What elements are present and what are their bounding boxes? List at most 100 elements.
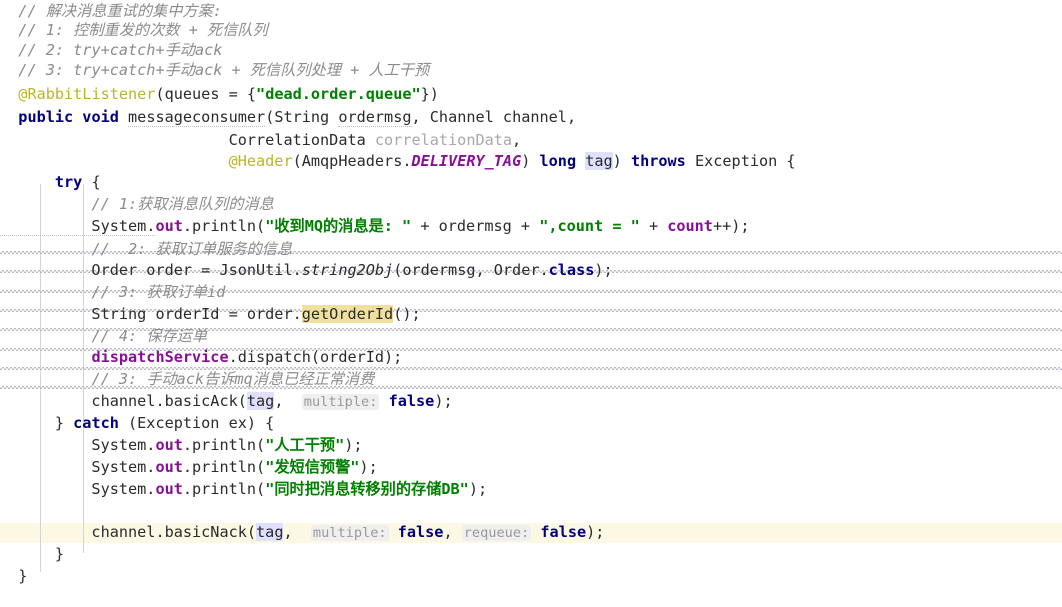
code-token: {: [82, 173, 101, 191]
code-token: false: [397, 523, 444, 541]
code-line[interactable]: System.out.println("发短信预警");: [0, 458, 1062, 478]
code-token: class: [548, 261, 595, 279]
code-token: CorrelationData: [0, 131, 375, 149]
code-token: +: [639, 217, 668, 235]
code-token: out: [155, 480, 183, 498]
code-token: ,: [512, 131, 522, 149]
code-token: @Header: [228, 152, 293, 170]
code-line[interactable]: // 4: 保存运单: [0, 327, 1062, 347]
code-token: "发短信预警": [265, 458, 360, 476]
code-token: );: [586, 523, 605, 541]
code-token: );: [344, 436, 363, 454]
code-line[interactable]: // 2: 获取订单服务的信息: [0, 240, 1062, 260]
code-editor[interactable]: // 解决消息重试的集中方案: // 1: 控制重发的次数 + 死信队列 // …: [0, 0, 1062, 607]
code-token: "dead.order.queue": [256, 85, 421, 103]
code-token: .println(: [182, 217, 266, 235]
code-token: (String: [265, 108, 339, 126]
code-line[interactable]: }: [0, 567, 1062, 587]
code-line[interactable]: [0, 502, 1062, 522]
code-token: String orderId = order.: [0, 305, 302, 323]
code-token: multiple:: [301, 394, 380, 410]
code-token: .println(: [182, 480, 266, 498]
code-token: out: [155, 436, 183, 454]
code-line[interactable]: // 3: 获取订单id: [0, 283, 1062, 303]
code-token: "收到MQ的消息是: ": [265, 217, 412, 235]
code-token: requeue:: [461, 525, 532, 541]
code-line[interactable]: // 1:获取消息队列的消息: [0, 195, 1062, 215]
code-line[interactable]: @RabbitListener(queues = {"dead.order.qu…: [0, 85, 1062, 105]
code-token: // 1: 控制重发的次数 + 死信队列: [18, 21, 268, 39]
code-line[interactable]: // 解决消息重试的集中方案:: [0, 2, 1062, 22]
code-token: System.: [0, 217, 156, 236]
code-token: tag: [246, 392, 275, 410]
code-token: ,: [443, 523, 462, 541]
code-token: (Exception ex) {: [118, 414, 275, 432]
code-line[interactable]: System.out.println("同时把消息转移别的存储DB");: [0, 480, 1062, 500]
code-token: public void: [18, 108, 129, 126]
code-token: );: [594, 261, 613, 279]
code-line[interactable]: @Header(AmqpHeaders.DELIVERY_TAG) long t…: [0, 152, 1062, 172]
code-token: count: [667, 217, 713, 235]
code-token: .println(: [182, 458, 266, 476]
code-token: ,: [283, 523, 311, 541]
code-token: );: [434, 392, 453, 410]
code-line[interactable]: Order order = JsonUtil.string2Obj(orderm…: [0, 261, 1062, 281]
code-line[interactable]: try {: [0, 173, 1062, 193]
code-line[interactable]: CorrelationData correlationData,: [0, 131, 1062, 151]
code-line[interactable]: System.out.println("人工干预");: [0, 436, 1062, 456]
code-token: System.: [0, 480, 156, 498]
code-token: + ordermsg +: [411, 217, 540, 235]
code-token: (queues = {: [155, 85, 257, 103]
code-token: System.: [0, 458, 156, 476]
code-token: // 4: 保存运单: [91, 327, 208, 345]
code-token: false: [540, 523, 587, 541]
code-token: );: [468, 480, 488, 498]
code-token: ): [521, 152, 540, 170]
code-token: // 2: try+catch+手动ack: [18, 41, 223, 59]
code-token: channel.basicNack(: [0, 523, 257, 541]
code-token: "人工干预": [265, 436, 345, 454]
code-line[interactable]: dispatchService.dispatch(orderId);: [0, 348, 1062, 368]
code-token: false: [388, 392, 435, 410]
code-token: multiple:: [310, 525, 389, 541]
code-token: tag: [256, 523, 284, 541]
code-line[interactable]: String orderId = order.getOrderId();: [0, 305, 1062, 325]
code-token: // 3: try+catch+手动ack + 死信队列处理 + 人工干预: [18, 61, 430, 79]
code-token: ordermsg: [338, 108, 412, 127]
code-token: tag: [585, 152, 613, 170]
code-line[interactable]: // 3: try+catch+手动ack + 死信队列处理 + 人工干预: [0, 61, 1062, 81]
code-token: (AmqpHeaders.: [292, 152, 412, 170]
code-line[interactable]: // 3: 手动ack告诉mq消息已经正常消费: [0, 370, 1062, 390]
code-line[interactable]: // 1: 控制重发的次数 + 死信队列: [0, 21, 1062, 41]
code-line[interactable]: channel.basicNack(tag, multiple: false, …: [0, 523, 1062, 543]
code-token: channel.basicAck(: [0, 392, 247, 410]
code-token: // 2: 获取订单服务的信息: [91, 240, 293, 258]
code-token: }: [0, 567, 28, 585]
code-line[interactable]: } catch (Exception ex) {: [0, 414, 1062, 434]
code-token: dispatchService: [91, 348, 229, 366]
code-token: string2Obj: [301, 261, 394, 279]
code-token: // 3: 手动ack告诉mq消息已经正常消费: [91, 370, 375, 388]
code-line[interactable]: System.out.println("收到MQ的消息是: " + orderm…: [0, 217, 1062, 237]
code-token: }: [0, 414, 74, 432]
code-token: @RabbitListener: [18, 85, 156, 103]
code-line[interactable]: public void messageconsumer(String order…: [0, 108, 1062, 128]
code-token: // 3: 获取订单id: [91, 283, 226, 301]
code-token: out: [155, 217, 183, 235]
code-token: }: [0, 545, 65, 563]
code-line[interactable]: }: [0, 545, 1062, 565]
code-line[interactable]: channel.basicAck(tag, multiple: false);: [0, 392, 1062, 412]
code-line[interactable]: // 2: try+catch+手动ack: [0, 41, 1062, 61]
code-token: // 解决消息重试的集中方案:: [18, 2, 222, 20]
code-token: correlationData: [374, 131, 513, 149]
